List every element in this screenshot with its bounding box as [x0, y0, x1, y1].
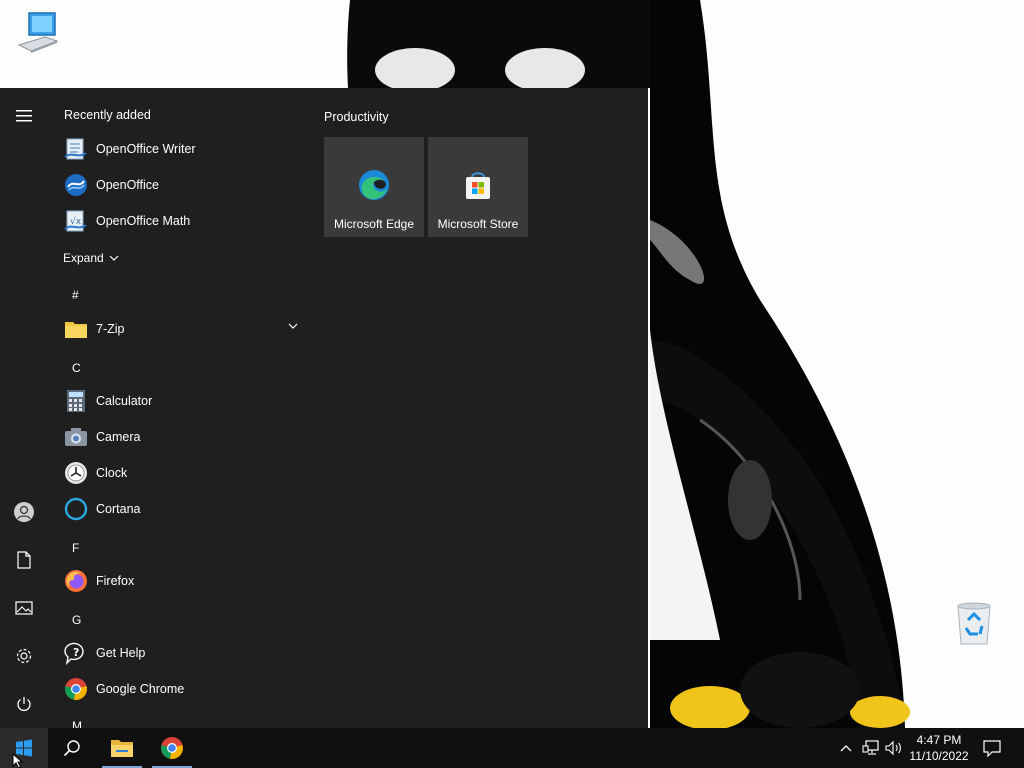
cortana-icon: [63, 496, 89, 522]
clock-time: 4:47 PM: [916, 733, 962, 747]
tile-label: Microsoft Edge: [333, 217, 415, 231]
chevron-down-icon[interactable]: [288, 323, 298, 329]
chevron-down-icon: [109, 255, 119, 261]
app-firefox[interactable]: Firefox: [48, 563, 310, 599]
app-label: 7-Zip: [96, 322, 125, 336]
power-button[interactable]: [0, 680, 48, 728]
app-openoffice[interactable]: OpenOffice: [48, 167, 310, 203]
store-icon: [462, 169, 494, 201]
firefox-icon: [63, 568, 89, 594]
app-label: Camera: [96, 430, 141, 444]
app-label: OpenOffice Math: [96, 214, 191, 228]
network-button[interactable]: [860, 728, 882, 768]
tile-microsoft-edge[interactable]: Microsoft Edge: [324, 137, 424, 237]
network-icon: [862, 740, 879, 755]
calculator-icon: [63, 388, 89, 414]
chevron-up-icon: [840, 745, 852, 752]
volume-button[interactable]: [884, 728, 904, 768]
hamburger-icon: [16, 110, 32, 122]
search-button[interactable]: [48, 728, 96, 768]
chrome-icon: [161, 737, 183, 759]
tile-label: Microsoft Store: [437, 217, 519, 231]
app-label: OpenOffice: [96, 178, 160, 192]
camera-icon: [63, 424, 89, 450]
clock-date: 11/10/2022: [909, 749, 969, 763]
openoffice-math-icon: √x: [63, 208, 89, 234]
show-hidden-icons-button[interactable]: [836, 728, 856, 768]
expand-button[interactable]: Expand: [63, 248, 119, 268]
chrome-icon: [63, 676, 89, 702]
app-get-help[interactable]: ? Get Help: [48, 635, 310, 671]
app-label: Clock: [96, 466, 128, 480]
user-icon: [14, 502, 34, 522]
folder-icon: [111, 740, 133, 757]
expand-label: Expand: [63, 251, 104, 265]
app-cortana[interactable]: Cortana: [48, 491, 310, 527]
search-icon: [63, 740, 80, 757]
settings-button[interactable]: [0, 632, 48, 680]
gear-icon: [16, 648, 32, 664]
user-account-button[interactable]: [0, 488, 48, 536]
group-letter-f[interactable]: F: [72, 541, 79, 555]
action-center-button[interactable]: [976, 728, 1008, 768]
speaker-icon: [885, 740, 901, 756]
app-clock[interactable]: Clock: [48, 455, 310, 491]
group-letter-m[interactable]: M: [72, 719, 82, 728]
taskbar: 4:47 PM 11/10/2022: [0, 728, 1024, 768]
svg-text:√x: √x: [70, 216, 82, 227]
app-label: OpenOffice Writer: [96, 142, 196, 156]
openoffice-writer-icon: [63, 136, 89, 162]
this-pc-icon[interactable]: [14, 8, 62, 56]
taskbar-clock[interactable]: 4:47 PM 11/10/2022: [906, 732, 972, 764]
document-icon: [17, 551, 31, 569]
group-letter-hash[interactable]: #: [72, 288, 79, 302]
app-label: Get Help: [96, 646, 146, 660]
pictures-button[interactable]: [0, 584, 48, 632]
app-label: Cortana: [96, 502, 141, 516]
app-label: Calculator: [96, 394, 153, 408]
recently-added-header: Recently added: [64, 108, 151, 122]
clock-icon: [63, 460, 89, 486]
folder-icon: [63, 316, 89, 342]
tile-microsoft-store[interactable]: Microsoft Store: [428, 137, 528, 237]
pictures-icon: [15, 601, 33, 615]
mouse-cursor: [12, 753, 24, 768]
hamburger-menu-button[interactable]: [0, 92, 48, 140]
app-google-chrome[interactable]: Google Chrome: [48, 671, 310, 707]
file-explorer-button[interactable]: [98, 728, 146, 768]
app-label: Google Chrome: [96, 682, 185, 696]
app-label: Firefox: [96, 574, 135, 588]
app-list: Recently added OpenOffice Writer OpenOff…: [48, 88, 310, 728]
app-camera[interactable]: Camera: [48, 419, 310, 455]
start-menu: Recently added OpenOffice Writer OpenOff…: [0, 88, 648, 728]
openoffice-icon: [63, 172, 89, 198]
group-letter-g[interactable]: G: [72, 613, 81, 627]
get-help-icon: ?: [63, 640, 89, 666]
app-7zip[interactable]: 7-Zip: [48, 311, 310, 347]
power-icon: [17, 697, 31, 711]
start-left-rail: [0, 88, 48, 728]
recycle-bin-icon[interactable]: [950, 600, 998, 648]
chrome-taskbar-button[interactable]: [148, 728, 196, 768]
svg-text:?: ?: [73, 646, 79, 659]
app-openoffice-writer[interactable]: OpenOffice Writer: [48, 131, 310, 167]
start-button[interactable]: [0, 728, 48, 768]
app-openoffice-math[interactable]: √x OpenOffice Math: [48, 203, 310, 239]
documents-button[interactable]: [0, 536, 48, 584]
app-calculator[interactable]: Calculator: [48, 383, 310, 419]
notification-icon: [983, 740, 1001, 757]
edge-icon: [358, 169, 390, 201]
group-letter-c[interactable]: C: [72, 361, 81, 375]
tile-group-title[interactable]: Productivity: [324, 110, 389, 124]
